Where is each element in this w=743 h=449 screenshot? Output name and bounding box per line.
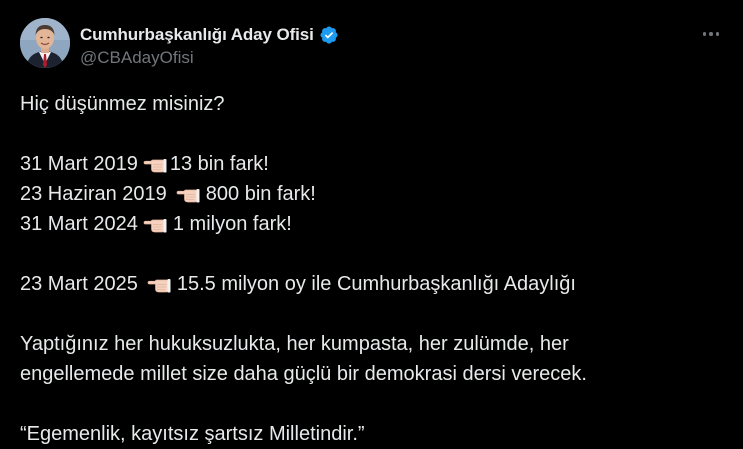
verified-badge-icon[interactable] — [319, 25, 339, 45]
profile-photo — [20, 18, 70, 68]
author-name-row: Cumhurbaşkanlığı Aday Ofisi — [80, 24, 339, 46]
more-options-icon[interactable] — [699, 22, 723, 46]
tweet-line-1: 31 Mart 2019 13 bin fark! — [20, 149, 730, 179]
tweet-question: Hiç düşünmez misiniz? — [20, 93, 225, 115]
tweet-paragraph: Yaptığınız her hukuksuzlukta, her kumpas… — [20, 333, 587, 385]
pointing-hand-icon — [147, 274, 171, 294]
avatar[interactable] — [20, 18, 70, 68]
tweet-line-3: 31 Mart 2024 1 milyon fark! — [20, 209, 730, 239]
author-handle[interactable]: @CBAdayOfisi — [80, 48, 194, 68]
line-date: 23 Mart 2025 — [20, 273, 138, 295]
tweet-line-2: 23 Haziran 2019 800 bin fark! — [20, 179, 730, 209]
line-result: 15.5 milyon oy ile Cumhurbaşkanlığı Aday… — [176, 273, 576, 295]
tweet-quote: “Egemenlik, kayıtsız şartsız Milletindir… — [20, 423, 365, 445]
pointing-hand-icon — [143, 214, 167, 234]
tweet: Cumhurbaşkanlığı Aday Ofisi @CBAdayOfisi… — [0, 0, 743, 448]
author-display-name[interactable]: Cumhurbaşkanlığı Aday Ofisi — [80, 25, 314, 45]
pointing-hand-icon — [143, 154, 167, 174]
line-result: 1 milyon fark! — [172, 213, 292, 235]
tweet-text: Hiç düşünmez misiniz? 31 Mart 2019 13 bi… — [20, 89, 730, 449]
line-result: 13 bin fark! — [169, 153, 269, 175]
line-result: 800 bin fark! — [205, 183, 316, 205]
tweet-line-highlight: 23 Mart 2025 15.5 milyon oy ile Cumhurba… — [20, 269, 730, 299]
pointing-hand-icon — [176, 184, 200, 204]
line-date: 31 Mart 2024 — [20, 213, 138, 235]
line-date: 23 Haziran 2019 — [20, 183, 167, 205]
line-date: 31 Mart 2019 — [20, 153, 138, 175]
